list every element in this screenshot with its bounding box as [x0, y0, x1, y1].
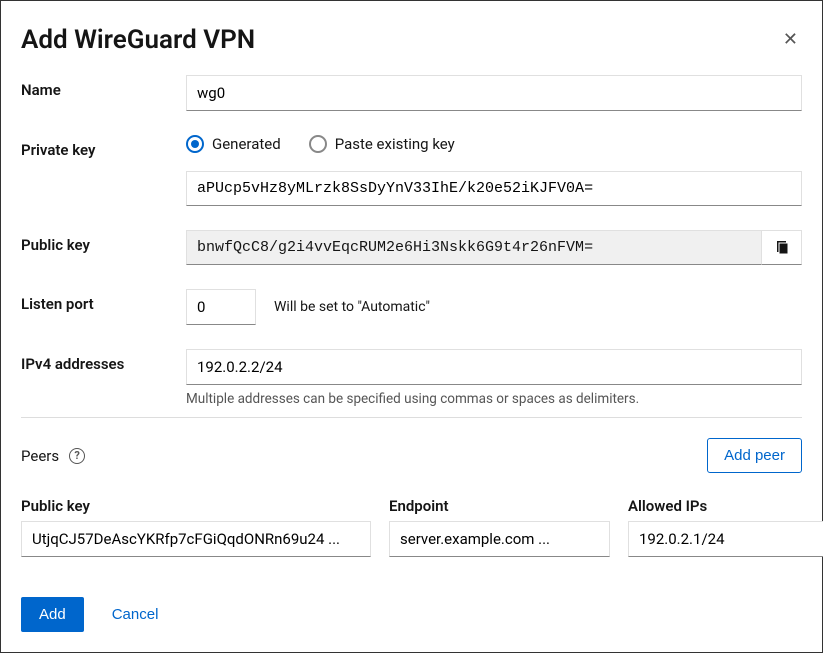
name-row: Name: [21, 75, 802, 111]
add-button[interactable]: Add: [21, 597, 84, 632]
copy-public-key-button[interactable]: [762, 230, 802, 265]
public-key-row: Public key bnwfQcC8/g2i4vvEqcRUM2e6Hi3Ns…: [21, 230, 802, 265]
public-key-label: Public key: [21, 230, 186, 254]
ipv4-label: IPv4 addresses: [21, 349, 186, 373]
add-wireguard-modal: Add WireGuard VPN ✕ Name Private key Gen…: [0, 0, 823, 653]
peer-allowed-ips-label: Allowed IPs: [628, 497, 823, 515]
listen-port-label: Listen port: [21, 289, 186, 313]
add-peer-button[interactable]: Add peer: [707, 438, 802, 473]
private-key-row: Private key Generated Paste existing key: [21, 135, 802, 206]
ipv4-row: IPv4 addresses Multiple addresses can be…: [21, 349, 802, 407]
name-label: Name: [21, 75, 186, 99]
modal-title: Add WireGuard VPN: [21, 25, 255, 55]
radio-icon-checked: [186, 135, 204, 153]
section-divider: [21, 417, 802, 418]
peer-public-key-input[interactable]: [21, 521, 371, 557]
private-key-radio-group: Generated Paste existing key: [186, 135, 802, 153]
radio-icon-unchecked: [309, 135, 327, 153]
ipv4-helper-text: Multiple addresses can be specified usin…: [186, 391, 802, 407]
name-input[interactable]: [186, 75, 802, 111]
modal-footer: Add Cancel: [21, 597, 158, 632]
peer-endpoint-label: Endpoint: [389, 497, 610, 515]
radio-generated[interactable]: Generated: [186, 135, 281, 153]
help-icon[interactable]: ?: [69, 448, 85, 464]
radio-paste-label: Paste existing key: [335, 135, 455, 153]
ipv4-input[interactable]: [186, 349, 802, 385]
private-key-label: Private key: [21, 135, 186, 159]
copy-icon: [774, 240, 790, 256]
cancel-button[interactable]: Cancel: [112, 606, 159, 623]
modal-header: Add WireGuard VPN ✕: [21, 25, 802, 55]
peers-section-label: Peers: [21, 447, 59, 465]
close-button[interactable]: ✕: [779, 25, 802, 54]
peer-endpoint-input[interactable]: [389, 521, 610, 557]
peer-public-key-label: Public key: [21, 497, 371, 515]
listen-port-input[interactable]: [186, 289, 256, 325]
listen-port-row: Listen port Will be set to "Automatic": [21, 289, 802, 325]
public-key-value: bnwfQcC8/g2i4vvEqcRUM2e6Hi3Nskk6G9t4r26n…: [186, 230, 762, 265]
peers-header: Peers ? Add peer: [21, 438, 802, 473]
radio-paste-existing[interactable]: Paste existing key: [309, 135, 455, 153]
private-key-input[interactable]: [186, 171, 802, 206]
close-icon: ✕: [783, 29, 798, 49]
peer-allowed-ips-input[interactable]: [628, 521, 823, 557]
radio-generated-label: Generated: [212, 135, 281, 153]
listen-port-hint: Will be set to "Automatic": [274, 299, 430, 315]
peer-row: Public key Endpoint Allowed IPs: [21, 497, 802, 557]
